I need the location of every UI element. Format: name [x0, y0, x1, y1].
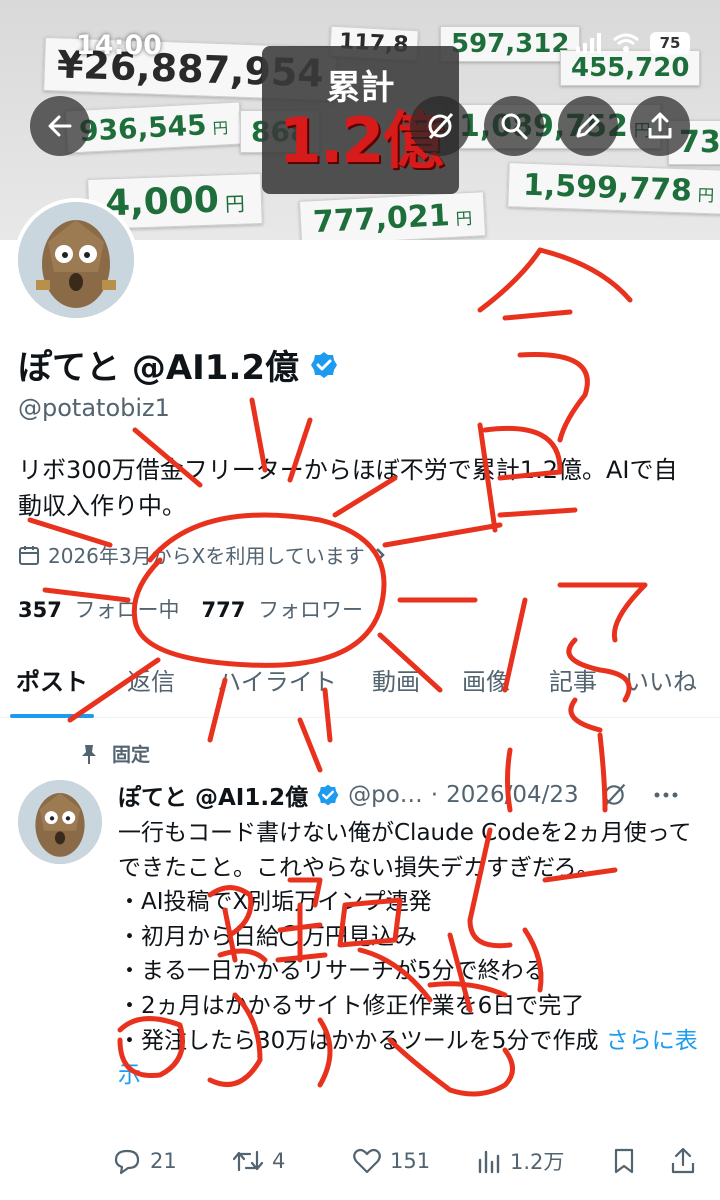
- views-chart-icon: [478, 1150, 500, 1174]
- scribble-stroke: [477, 247, 633, 443]
- views-count: 1.2万: [510, 1150, 565, 1174]
- tab-label: ハイライト: [217, 668, 337, 696]
- tweet-avatar[interactable]: [18, 780, 102, 864]
- reply-button[interactable]: 21: [112, 1147, 232, 1175]
- heart-icon: [353, 1148, 381, 1174]
- tab-images[interactable]: 画像: [442, 650, 530, 717]
- banner-slip: 1,599,778 円: [507, 162, 720, 215]
- joined-date[interactable]: 2026年3月からXを利用しています: [18, 540, 387, 569]
- pin-icon: [82, 744, 96, 764]
- bookmark-icon[interactable]: [612, 1147, 636, 1175]
- scribble-ray: [382, 522, 503, 548]
- tab-articles[interactable]: 記事: [530, 650, 616, 717]
- tab-label: 記事: [549, 668, 597, 696]
- joined-text: 2026年3月からXを利用しています: [48, 544, 365, 568]
- verified-badge-icon: [317, 784, 339, 806]
- tab-label: 返信: [127, 668, 175, 696]
- share-icon[interactable]: [670, 1147, 696, 1175]
- followers-label: フォロワー: [258, 598, 364, 622]
- like-count: 151: [390, 1149, 431, 1173]
- profile-tabs: ポスト 返信 ハイライト 動画 画像 記事 いいね: [0, 650, 720, 718]
- tweet-text[interactable]: 一行もコード書けない俺がClaude Codeを2ヵ月使ってできたこと。これやら…: [118, 816, 708, 1093]
- signal-icon: [576, 33, 601, 53]
- share-button[interactable]: [630, 96, 690, 156]
- tab-label: ポスト: [16, 668, 88, 696]
- tab-likes[interactable]: いいね: [616, 650, 706, 717]
- repost-icon: [232, 1150, 264, 1172]
- tweet-separator: ·: [430, 782, 439, 808]
- repost-count: 4: [272, 1149, 286, 1173]
- more-options-icon[interactable]: [653, 791, 679, 799]
- pinned-label: 固定: [112, 744, 151, 766]
- arrow-left-icon: [48, 115, 72, 137]
- profile-avatar[interactable]: [14, 198, 138, 322]
- edit-button[interactable]: [558, 96, 618, 156]
- status-time: 14:00: [76, 30, 162, 61]
- profile-bio: リボ300万借金フリーターからほぼ不労で累計1.2億。AIで自動収入作り中。: [18, 456, 678, 520]
- following-link[interactable]: 357 フォロー中: [18, 594, 180, 624]
- views-button[interactable]: 1.2万: [476, 1146, 612, 1176]
- tab-label: 動画: [372, 668, 420, 696]
- share-icon: [648, 112, 672, 139]
- scribble-ray: [297, 717, 323, 773]
- tweet-author-name[interactable]: ぽてと @AI1.2億: [118, 778, 308, 812]
- banner-slip: 777,021 円: [298, 191, 487, 240]
- profile-display-name: ぽてと @AI1.2億: [18, 348, 300, 388]
- tab-highlights[interactable]: ハイライト: [204, 650, 350, 717]
- calendar-icon: [19, 545, 39, 565]
- profile-handle: @potatobiz1: [18, 394, 170, 422]
- chevron-right-icon: [375, 547, 385, 562]
- banner-slip: 455,720: [560, 50, 701, 86]
- tweet-actions: 21 4 151 1.2万: [112, 1146, 712, 1176]
- reply-icon: [114, 1149, 140, 1175]
- battery-indicator: 75: [650, 32, 690, 54]
- tweet-header: ぽてと @AI1.2億 @po… · 2026/04/23: [118, 778, 708, 812]
- tab-videos[interactable]: 動画: [350, 650, 442, 717]
- status-icons: 75: [576, 32, 690, 54]
- tweet-date[interactable]: 2026/04/23: [446, 782, 579, 808]
- pinned-indicator: 固定: [80, 740, 150, 767]
- profile-name-row: ぽてと @AI1.2億: [18, 340, 339, 389]
- grok-icon: [428, 112, 454, 140]
- verified-badge-icon[interactable]: [309, 350, 339, 380]
- following-label: フォロー中: [74, 598, 180, 622]
- wifi-icon: [613, 33, 639, 52]
- tweet-body-text: 一行もコード書けない俺がClaude Codeを2ヵ月使ってできたこと。これやら…: [118, 820, 692, 1054]
- like-button[interactable]: 151: [352, 1147, 476, 1175]
- reply-count: 21: [150, 1149, 177, 1173]
- repost-button[interactable]: 4: [232, 1148, 352, 1174]
- following-count: 357: [18, 598, 62, 622]
- active-tab-indicator: [10, 714, 94, 718]
- followers-link[interactable]: 777 フォロワー: [202, 594, 364, 624]
- tab-posts[interactable]: ポスト: [6, 650, 98, 718]
- scribble-circle: [131, 512, 387, 668]
- grok-button[interactable]: [410, 96, 470, 156]
- tab-label: いいね: [625, 668, 697, 696]
- tab-replies[interactable]: 返信: [98, 650, 204, 717]
- potato-character-icon: [18, 780, 102, 864]
- tab-label: 画像: [462, 668, 510, 696]
- banner-slip: 936,545 円: [64, 101, 242, 154]
- search-icon: [501, 113, 528, 140]
- back-button[interactable]: [30, 96, 90, 156]
- tweet-author-handle[interactable]: @po…: [348, 782, 423, 808]
- pencil-icon: [576, 114, 600, 138]
- followers-count: 777: [201, 598, 246, 622]
- grok-icon[interactable]: [601, 782, 627, 808]
- potato-character-icon: [18, 202, 134, 318]
- follow-stats: 357 フォロー中 777 フォロワー: [18, 594, 363, 624]
- search-button[interactable]: [484, 96, 544, 156]
